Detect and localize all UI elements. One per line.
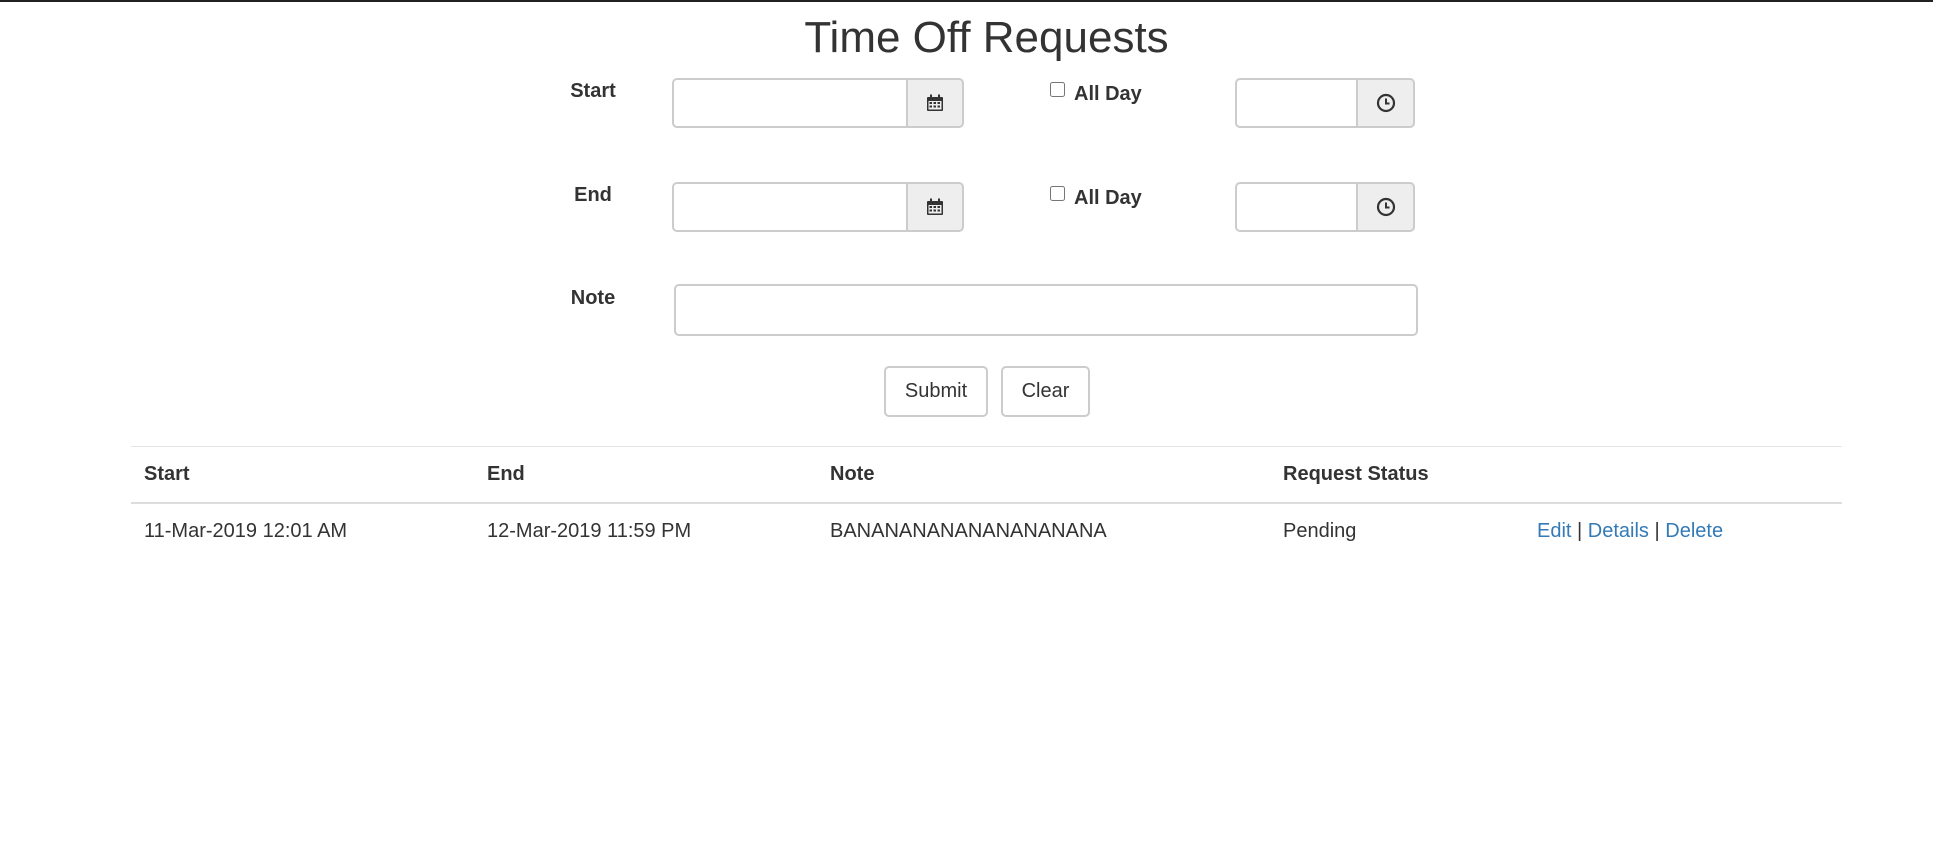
start-label: Start: [570, 80, 616, 102]
start-time-input[interactable]: [1235, 78, 1356, 128]
start-time-picker-button[interactable]: [1356, 78, 1415, 128]
cell-start: 11-Mar-2019 12:01 AM: [144, 520, 348, 542]
delete-link[interactable]: Delete: [1665, 520, 1723, 542]
requests-table: Start End Note Request Status 11-Mar-201…: [131, 447, 1842, 559]
page-title: Time Off Requests: [804, 13, 1169, 62]
clock-icon: [1376, 93, 1395, 113]
start-time-group: [1235, 78, 1415, 128]
top-border: [0, 0, 1933, 2]
submit-button[interactable]: Submit: [884, 366, 988, 417]
end-date-group: [672, 182, 964, 232]
end-all-day-checkbox[interactable]: [1050, 186, 1065, 201]
note-label: Note: [570, 287, 616, 309]
calendar-icon: [927, 198, 943, 215]
separator: |: [1577, 520, 1583, 542]
end-all-day[interactable]: All Day: [1050, 186, 1142, 211]
start-date-picker-button[interactable]: [906, 78, 964, 128]
edit-link[interactable]: Edit: [1537, 520, 1571, 542]
end-time-group: [1235, 182, 1415, 232]
start-all-day-label: All Day: [1074, 83, 1142, 105]
header-note: Note: [830, 463, 875, 485]
end-label: End: [574, 184, 612, 206]
clock-icon: [1376, 197, 1395, 217]
start-all-day[interactable]: All Day: [1050, 82, 1142, 107]
end-time-picker-button[interactable]: [1356, 182, 1415, 232]
end-date-input[interactable]: [672, 182, 906, 232]
end-date-picker-button[interactable]: [906, 182, 964, 232]
start-date-input[interactable]: [672, 78, 906, 128]
end-time-input[interactable]: [1235, 182, 1356, 232]
header-end: End: [487, 463, 525, 485]
end-all-day-label: All Day: [1074, 187, 1142, 209]
cell-status: Pending: [1283, 520, 1357, 542]
details-link[interactable]: Details: [1588, 520, 1649, 542]
calendar-icon: [927, 94, 943, 111]
start-all-day-checkbox[interactable]: [1050, 82, 1065, 97]
clear-button[interactable]: Clear: [1001, 366, 1090, 417]
start-date-group: [672, 78, 964, 128]
separator: |: [1654, 520, 1660, 542]
table-row: 11-Mar-2019 12:01 AM 12-Mar-2019 11:59 P…: [131, 504, 1842, 559]
note-input[interactable]: [674, 284, 1418, 336]
header-start: Start: [144, 463, 190, 485]
table-header-row: Start End Note Request Status: [131, 447, 1842, 504]
cell-end: 12-Mar-2019 11:59 PM: [487, 520, 692, 542]
row-actions: Edit | Details | Delete: [1537, 504, 1723, 559]
cell-note: BANANANANANANANANANA: [830, 520, 1107, 542]
header-request-status: Request Status: [1283, 463, 1429, 485]
